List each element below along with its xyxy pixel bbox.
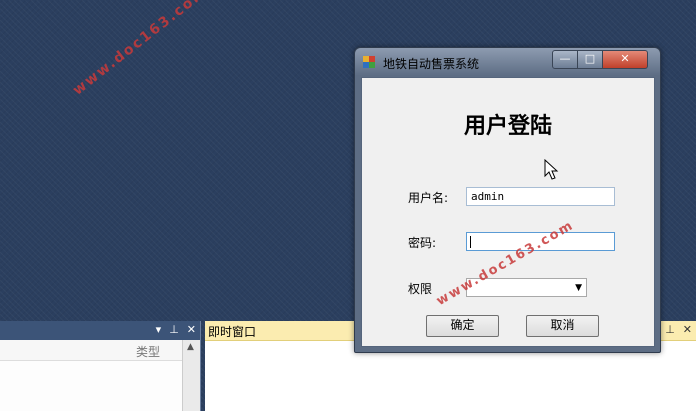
login-form: 用户登陆 用户名: admin 密码: 权限 ▼ 确定 取消 — [361, 77, 655, 347]
close-button[interactable]: ✕ — [602, 50, 648, 69]
mouse-cursor-icon — [544, 159, 559, 180]
close-icon[interactable]: ✕ — [683, 323, 692, 336]
left-tool-panel: ▾ ⊥ ✕ 类型 ▲ — [0, 321, 201, 411]
maximize-button[interactable]: □ — [577, 50, 603, 69]
cancel-button[interactable]: 取消 — [526, 315, 599, 337]
pin-icon[interactable]: ⊥ — [169, 323, 179, 336]
column-header[interactable]: 类型 — [0, 340, 182, 361]
text-caret — [470, 236, 471, 248]
window-title: 地铁自动售票系统 — [383, 57, 480, 71]
chevron-down-icon[interactable]: ▼ — [575, 283, 582, 293]
login-window: 地铁自动售票系统 — □ ✕ 用户登陆 用户名: admin 密码: 权限 ▼ … — [354, 47, 661, 353]
vertical-scrollbar[interactable]: ▲ — [182, 340, 200, 411]
username-label: 用户名: — [408, 191, 449, 205]
ok-button[interactable]: 确定 — [426, 315, 499, 337]
close-icon[interactable]: ✕ — [187, 323, 196, 336]
page-title: 用户登陆 — [463, 114, 552, 139]
immediate-window-title: 即时窗口 — [208, 325, 257, 339]
username-input[interactable]: admin — [466, 187, 615, 206]
dropdown-icon[interactable]: ▾ — [156, 323, 162, 336]
scroll-up-icon[interactable]: ▲ — [187, 342, 194, 352]
role-label: 权限 — [408, 282, 433, 296]
left-panel-titlebar: ▾ ⊥ ✕ — [0, 321, 200, 340]
window-titlebar[interactable]: 地铁自动售票系统 — □ ✕ — [355, 48, 660, 75]
column-header-type[interactable]: 类型 — [136, 343, 160, 360]
watermark: www.doc163.com — [70, 0, 211, 99]
password-label: 密码: — [408, 236, 437, 250]
app-icon — [363, 56, 375, 68]
pin-icon[interactable]: ⊥ — [665, 323, 675, 336]
minimize-button[interactable]: — — [552, 50, 578, 69]
